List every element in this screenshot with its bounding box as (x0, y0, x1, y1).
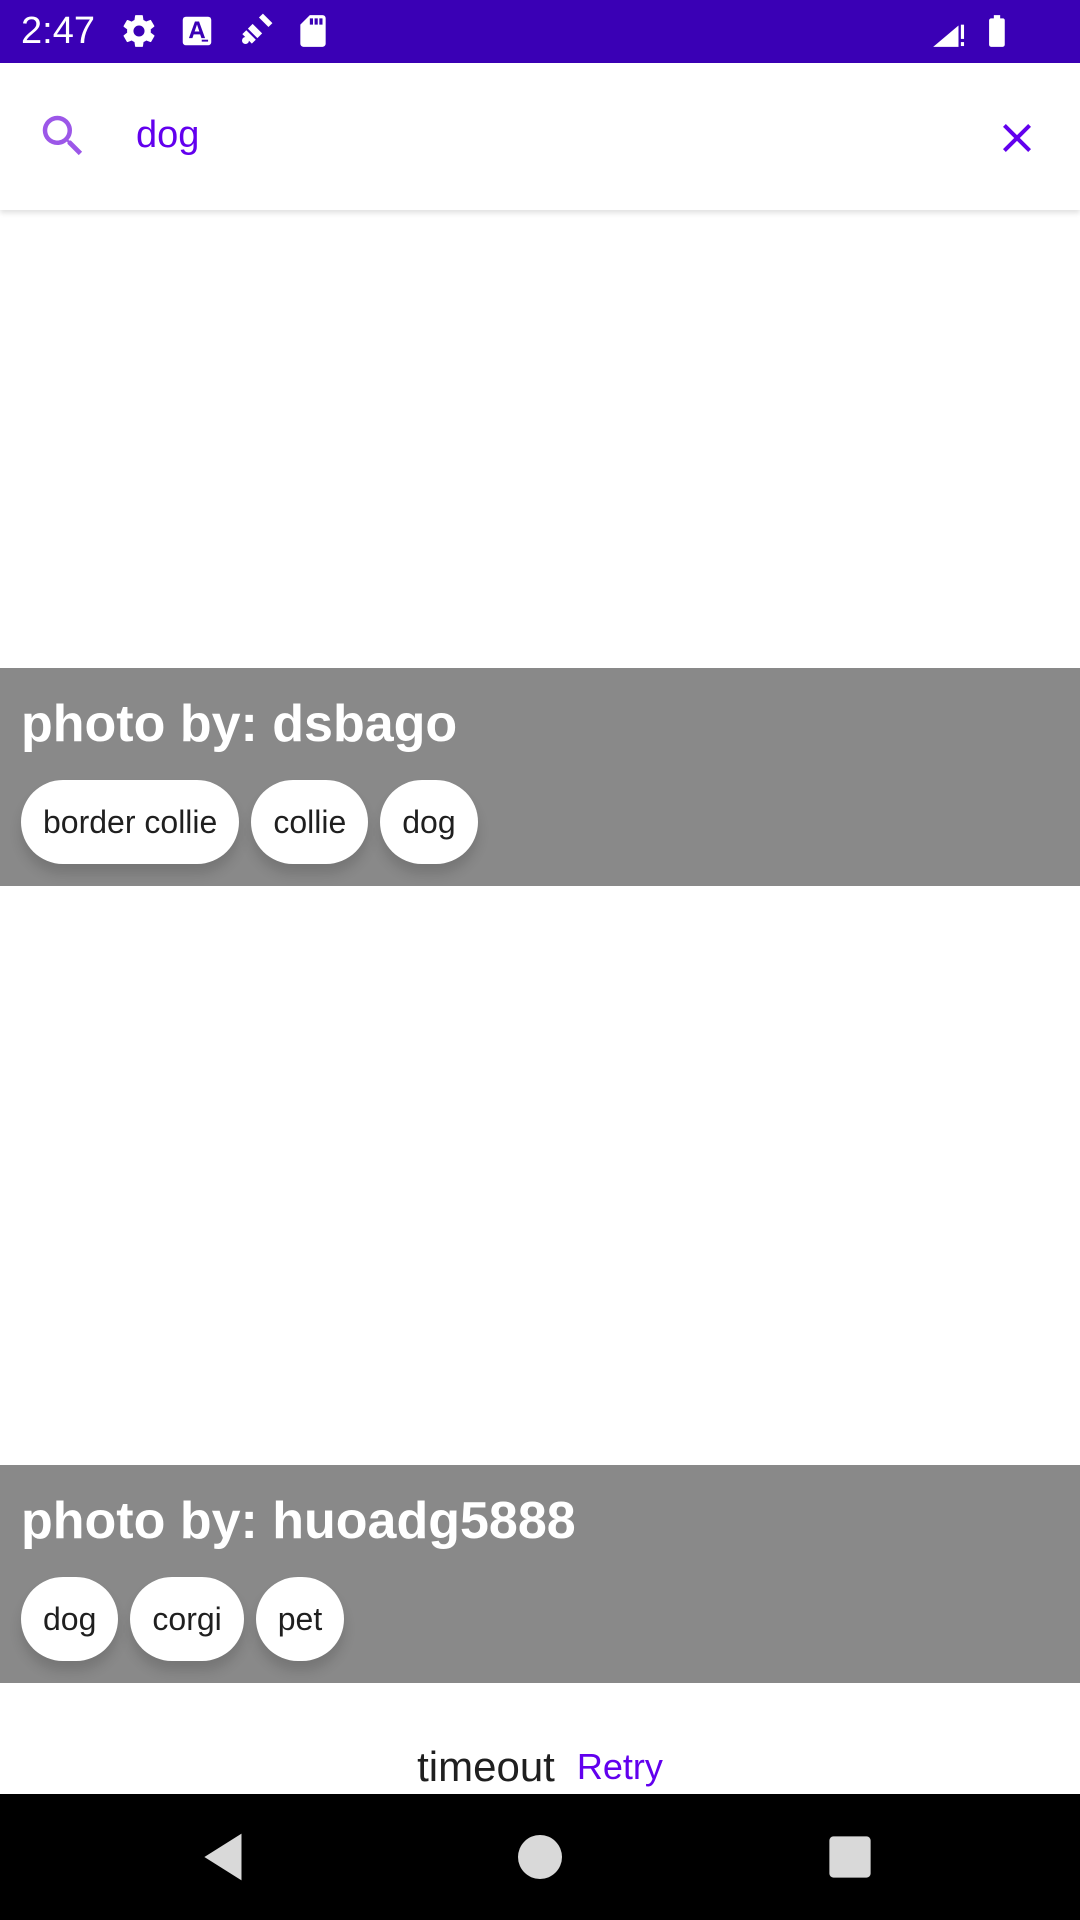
tag-chips: border collie collie dog (21, 780, 478, 864)
result-card[interactable]: photo by: huoadg5888 dog corgi pet (0, 886, 1080, 1684)
navigation-bar (0, 1794, 1080, 1920)
photo-author: photo by: dsbago (21, 695, 458, 753)
card-caption: photo by: huoadg5888 dog corgi pet (0, 1465, 1080, 1683)
photo-author: photo by: huoadg5888 (21, 1492, 576, 1550)
signal-icon (930, 12, 968, 50)
tag-chip[interactable]: collie (251, 780, 369, 864)
search-bar (0, 63, 1080, 210)
tag-chip[interactable]: pet (255, 1577, 345, 1661)
gear-icon (120, 12, 158, 50)
search-icon (36, 109, 90, 163)
back-icon[interactable] (192, 1824, 258, 1890)
tag-chips: dog corgi pet (21, 1577, 345, 1661)
text-a-icon (178, 12, 216, 50)
home-icon[interactable] (507, 1824, 573, 1890)
tag-chip[interactable]: corgi (130, 1577, 244, 1661)
close-icon[interactable] (993, 114, 1041, 162)
status-bar: 2:47 (0, 0, 1080, 63)
tag-chip[interactable]: border collie (21, 780, 240, 864)
recents-icon[interactable] (817, 1824, 883, 1890)
sd-card-icon (294, 12, 332, 50)
retry-button[interactable]: Retry (577, 1746, 663, 1788)
result-card[interactable]: photo by: dsbago border collie collie do… (0, 210, 1080, 886)
status-time: 2:47 (21, 10, 95, 52)
search-input[interactable] (136, 105, 956, 165)
satellite-icon (236, 12, 274, 50)
card-caption: photo by: dsbago border collie collie do… (0, 668, 1080, 886)
error-message: timeout (417, 1743, 555, 1790)
load-error-row: timeout Retry (0, 1735, 1080, 1799)
battery-icon (978, 12, 1016, 50)
tag-chip[interactable]: dog (380, 780, 478, 864)
tag-chip[interactable]: dog (21, 1577, 119, 1661)
